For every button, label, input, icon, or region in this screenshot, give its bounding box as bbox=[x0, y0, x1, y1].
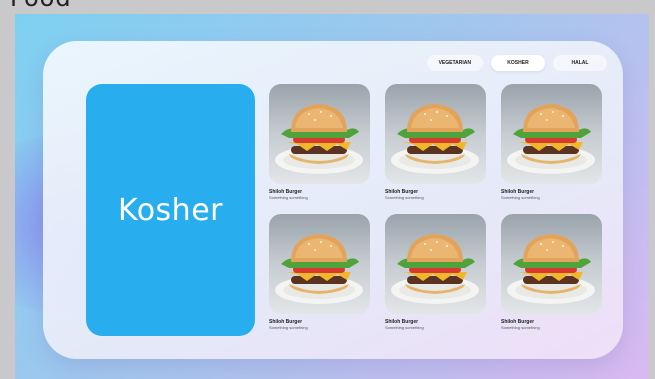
burger-image bbox=[385, 84, 486, 184]
food-card[interactable]: Shiloh Burger Something something bbox=[385, 214, 486, 330]
filter-vegetarian[interactable]: Vegetarian bbox=[426, 55, 483, 71]
category-title: Kosher bbox=[118, 192, 223, 228]
food-card[interactable]: Shiloh Burger Something something bbox=[385, 84, 486, 200]
window-title: Food bbox=[10, 0, 72, 12]
food-card[interactable]: Shiloh Burger Something something bbox=[269, 214, 370, 330]
food-card[interactable]: Shiloh Burger Something something bbox=[269, 84, 370, 200]
burger-image bbox=[385, 214, 486, 314]
food-description: Something something bbox=[501, 195, 540, 200]
food-description: Something something bbox=[501, 325, 540, 330]
food-grid: Shiloh Burger Something something Shiloh… bbox=[269, 84, 602, 330]
filter-kosher[interactable]: Kosher bbox=[491, 55, 545, 71]
filter-halal[interactable]: Halal bbox=[553, 55, 607, 71]
burger-image bbox=[501, 84, 602, 184]
burger-image bbox=[269, 214, 370, 314]
food-description: Something something bbox=[269, 195, 308, 200]
burger-image bbox=[269, 84, 370, 184]
food-description: Something something bbox=[269, 325, 308, 330]
food-card[interactable]: Shiloh Burger Something something bbox=[501, 84, 602, 200]
burger-image bbox=[501, 214, 602, 314]
food-card[interactable]: Shiloh Burger Something something bbox=[501, 214, 602, 330]
filter-tabs: Vegetarian Kosher Halal bbox=[426, 55, 607, 71]
food-description: Something something bbox=[385, 195, 424, 200]
category-hero: Kosher bbox=[86, 84, 255, 336]
food-description: Something something bbox=[385, 325, 424, 330]
